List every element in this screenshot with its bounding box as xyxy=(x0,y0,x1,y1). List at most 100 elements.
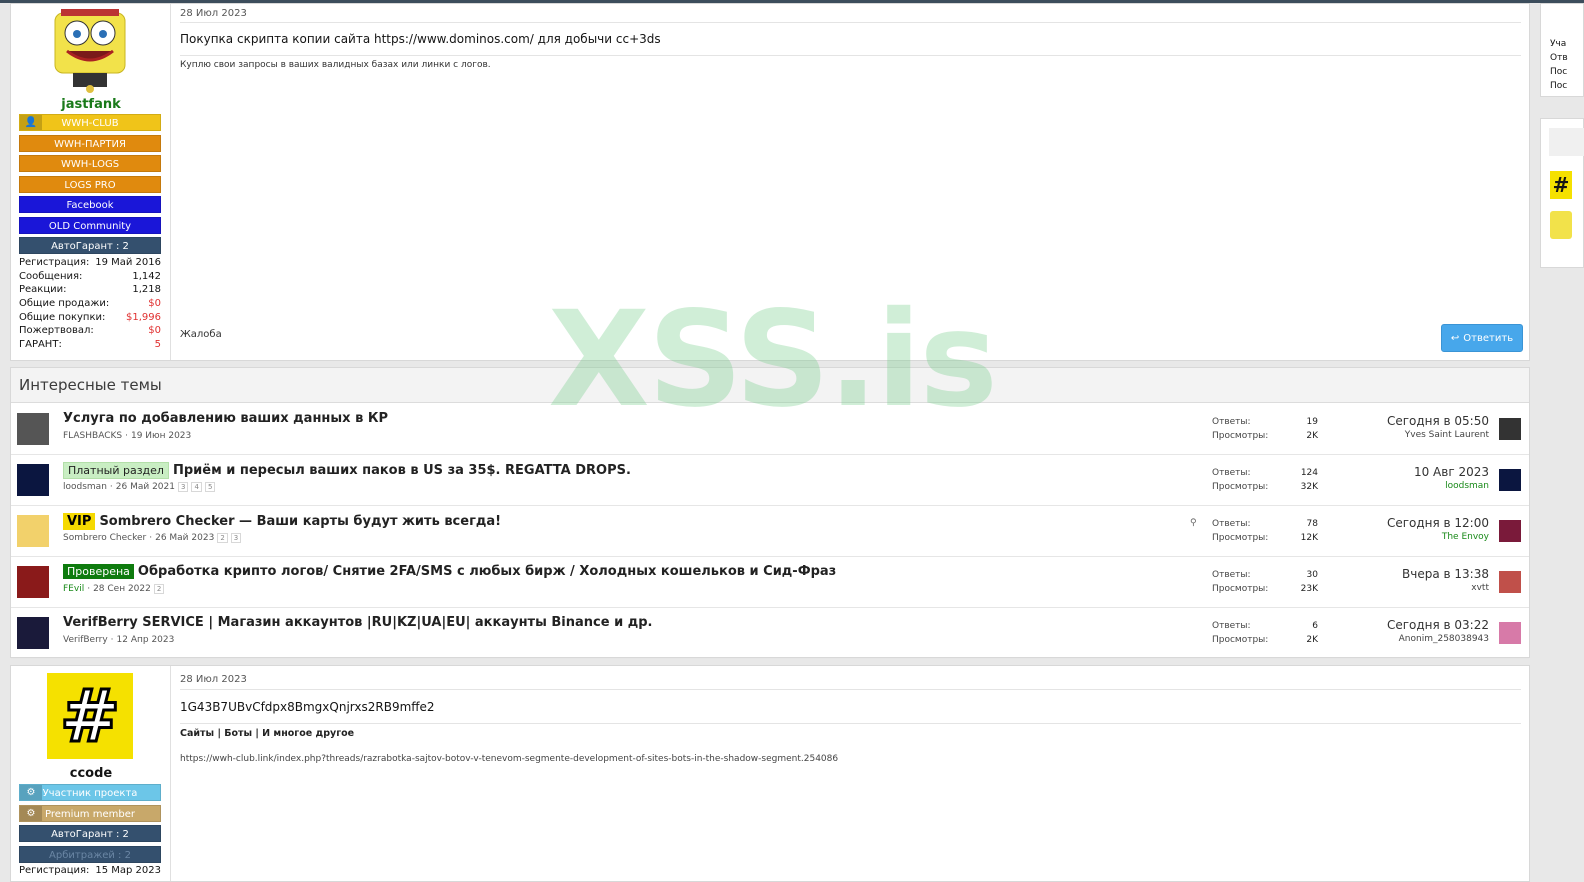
count-label: Ответы: xyxy=(1212,570,1251,580)
thread-author[interactable]: FLASHBACKS xyxy=(63,431,122,441)
user-avatar[interactable] xyxy=(47,7,133,93)
thread-count-replies: Ответы: 124 xyxy=(1212,466,1318,480)
sidebar-line: Пос xyxy=(1550,67,1568,77)
thread-author-avatar[interactable] xyxy=(17,413,49,445)
thread-row[interactable]: Услуга по добавлению ваших данных в КР FL… xyxy=(11,404,1529,455)
user-stat: Общие покупки: $1,996 xyxy=(19,311,161,325)
thread-page-link[interactable]: 3 xyxy=(230,533,242,543)
thread-title-text[interactable]: VerifBerry SERVICE | Магазин аккаунтов |… xyxy=(63,615,652,630)
sidebar-stats: Уча Отв Пос Пос xyxy=(1540,3,1584,97)
last-post-user[interactable]: xvtt xyxy=(1329,583,1489,593)
thread-row[interactable]: VerifBerry SERVICE | Магазин аккаунтов |… xyxy=(11,608,1529,659)
user-banner: 👤 WWH-CLUB xyxy=(19,114,161,131)
username[interactable]: ccode xyxy=(11,766,171,781)
username[interactable]: jastfank xyxy=(11,97,171,112)
thread-author[interactable]: VerifBerry xyxy=(63,635,108,645)
thread-title[interactable]: VerifBerry SERVICE | Магазин аккаунтов |… xyxy=(63,615,652,630)
last-post-date[interactable]: 10 Авг 2023 xyxy=(1329,465,1489,479)
user-banner: WWH-LOGS xyxy=(19,155,161,172)
stat-value: $1,996 xyxy=(126,311,161,323)
thread-page-link[interactable]: 2 xyxy=(217,533,228,543)
post-date[interactable]: 28 Июл 2023 xyxy=(180,674,247,685)
thread-author[interactable]: loodsman xyxy=(63,482,107,492)
count-value: 124 xyxy=(1300,468,1318,478)
user-banner-label: Premium member xyxy=(45,808,135,820)
thread-row[interactable]: Платный раздел Приём и пересыл ваших пако… xyxy=(11,455,1529,506)
divider xyxy=(180,22,1521,23)
post-card: # ccode ⚙ Участник проекта ⚙ Premium member… xyxy=(10,665,1530,882)
thread-last-post: Сегодня в 12:00 The Envoy xyxy=(1329,516,1489,542)
thread-prefix-label[interactable]: Проверена xyxy=(63,564,134,579)
thread-date[interactable]: 12 Апр 2023 xyxy=(117,635,175,645)
thread-count-replies: Ответы: 19 xyxy=(1212,415,1318,429)
thread-date[interactable]: 26 Май 2023 xyxy=(155,533,214,543)
last-post-user[interactable]: The Envoy xyxy=(1329,532,1489,542)
thread-page-link[interactable]: 2 xyxy=(153,584,165,594)
count-label: Просмотры: xyxy=(1212,482,1269,492)
last-post-avatar[interactable] xyxy=(1499,469,1521,491)
last-post-date[interactable]: Сегодня в 12:00 xyxy=(1329,516,1489,530)
thread-author-avatar[interactable] xyxy=(17,515,49,547)
stat-label: Общие продажи: xyxy=(19,298,110,310)
thread-counts: Ответы: 124 Просмотры: 32K xyxy=(1212,466,1318,494)
thread-last-post: Вчера в 13:38 xvtt xyxy=(1329,567,1489,593)
thread-title-text[interactable]: Обработка крипто логов/ Снятие 2FA/SMS с… xyxy=(138,564,836,579)
thread-count-views: Просмотры: 2K xyxy=(1212,633,1318,647)
meta-separator: · xyxy=(149,533,153,543)
reply-button[interactable]: ↩ Ответить xyxy=(1441,324,1523,352)
last-post-user[interactable]: loodsman xyxy=(1329,481,1489,491)
thread-meta: VerifBerry · 12 Апр 2023 xyxy=(63,635,174,645)
thread-title[interactable]: VIP Sombrero Checker — Ваши карты будут ж… xyxy=(63,513,501,530)
hash-avatar-icon[interactable]: # xyxy=(1550,171,1572,199)
thread-author-avatar[interactable] xyxy=(17,464,49,496)
thread-author[interactable]: Sombrero Checker xyxy=(63,533,146,543)
last-post-user[interactable]: Yves Saint Laurent xyxy=(1329,430,1489,440)
thread-title[interactable]: Платный раздел Приём и пересыл ваших пако… xyxy=(63,462,631,479)
thread-author[interactable]: FEvil xyxy=(63,584,84,594)
last-post-avatar[interactable] xyxy=(1499,520,1521,542)
thread-author-avatar[interactable] xyxy=(17,617,49,649)
thread-author-avatar[interactable] xyxy=(17,566,49,598)
thread-date[interactable]: 19 Июн 2023 xyxy=(131,431,191,441)
user-banner: Арбитражей : 2 xyxy=(19,845,161,863)
last-post-avatar[interactable] xyxy=(1499,622,1521,644)
last-post-date[interactable]: Вчера в 13:38 xyxy=(1329,567,1489,581)
sponge-avatar-icon[interactable] xyxy=(1550,211,1572,239)
thread-title[interactable]: Проверена Обработка крипто логов/ Снятие … xyxy=(63,564,836,579)
last-post-user[interactable]: Anonim_258038943 xyxy=(1329,634,1489,644)
thread-page-link[interactable]: 3 xyxy=(178,482,189,492)
post-url[interactable]: https://wwh-club.link/index.php?threads/… xyxy=(180,754,838,764)
count-label: Просмотры: xyxy=(1212,584,1269,594)
thread-title[interactable]: Услуга по добавлению ваших данных в КР xyxy=(63,411,388,426)
hash-avatar-icon: # xyxy=(58,673,121,760)
last-post-date[interactable]: Сегодня в 05:50 xyxy=(1329,414,1489,428)
thread-date[interactable]: 26 Май 2021 xyxy=(116,482,175,492)
message-pane: 28 Июл 2023 1G43B7UBvCfdpx8BmgxQnjrxs2RB… xyxy=(172,666,1529,881)
last-post-avatar[interactable] xyxy=(1499,418,1521,440)
last-post-date[interactable]: Сегодня в 03:22 xyxy=(1329,618,1489,632)
thread-title-text[interactable]: Sombrero Checker — Ваши карты будут жить… xyxy=(99,514,501,529)
thread-row[interactable]: VIP Sombrero Checker — Ваши карты будут ж… xyxy=(11,506,1529,557)
thread-page-link[interactable]: 5 xyxy=(204,482,216,492)
thread-prefix-label[interactable]: Платный раздел xyxy=(63,462,169,479)
thread-row[interactable]: Проверена Обработка крипто логов/ Снятие … xyxy=(11,557,1529,608)
thread-title-text[interactable]: Услуга по добавлению ваших данных в КР xyxy=(63,411,388,426)
meta-separator: · xyxy=(110,635,114,645)
thread-page-link[interactable]: 4 xyxy=(191,482,202,492)
user-avatar[interactable]: # xyxy=(47,673,133,760)
user-pane: jastfank 👤 WWH-CLUB WWH-ПАРТИЯ WWH-LOGS LOGS… xyxy=(11,4,171,360)
count-label: Ответы: xyxy=(1212,417,1251,427)
post-title: 1G43B7UBvCfdpx8BmgxQnjrxs2RB9mffe2 xyxy=(180,700,435,714)
thread-title-text[interactable]: Приём и пересыл ваших паков в US за 35$.… xyxy=(173,463,631,478)
post-date[interactable]: 28 Июл 2023 xyxy=(180,8,247,19)
user-banner-label: WWH-ПАРТИЯ xyxy=(54,138,126,150)
sidebar-header xyxy=(1549,128,1584,156)
user-banner-label: WWH-CLUB xyxy=(61,118,119,129)
report-link[interactable]: Жалоба xyxy=(180,329,222,340)
message-pane: 28 Июл 2023 Покупка скрипта копии сайта … xyxy=(172,4,1529,360)
last-post-avatar[interactable] xyxy=(1499,571,1521,593)
thread-prefix-label[interactable]: VIP xyxy=(63,513,96,530)
post-links[interactable]: Сайты | Боты | И многое другое xyxy=(180,728,354,739)
thread-date[interactable]: 28 Сен 2022 xyxy=(93,584,151,594)
user-banner-label: АвтоГарант : 2 xyxy=(51,829,129,840)
